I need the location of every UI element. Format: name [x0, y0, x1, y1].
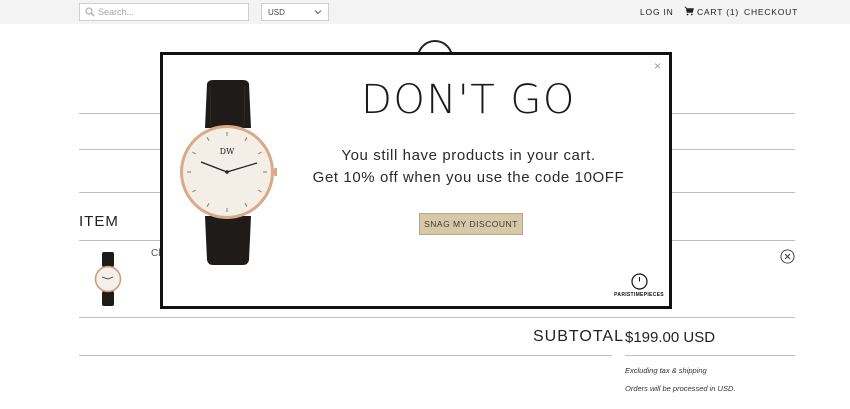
remove-icon[interactable]	[780, 249, 795, 264]
modal-message-line-2: Get 10% off when you use the code 10OFF	[312, 169, 625, 186]
close-icon[interactable]: ×	[654, 59, 661, 73]
search-box[interactable]	[79, 3, 249, 21]
checkout-link[interactable]: CHECKOUT	[744, 7, 798, 17]
brand-logo: PARISTIMEPIECES	[613, 273, 665, 298]
chevron-down-icon	[314, 10, 322, 15]
modal-message-line-1: You still have products in your cart.	[341, 147, 596, 164]
search-icon	[85, 7, 95, 17]
divider	[79, 317, 795, 318]
snag-discount-button[interactable]: SNAG MY DISCOUNT	[419, 213, 523, 235]
item-column-heading: ITEM	[79, 213, 119, 230]
login-link[interactable]: LOG IN	[640, 7, 674, 17]
currency-select[interactable]: USD	[261, 3, 329, 21]
tax-note: Excluding tax & shipping	[625, 366, 707, 375]
cart-icon	[684, 6, 694, 16]
modal-title: DON'T GO	[361, 77, 576, 123]
brand-name: PARISTIMEPIECES	[614, 292, 664, 298]
cart-link[interactable]: CART (1)	[697, 7, 739, 17]
subtotal-label: SUBTOTAL	[533, 328, 624, 345]
clock-logo-icon	[630, 273, 648, 290]
exit-intent-modal: × DW DON'T GO You still have products in…	[160, 52, 672, 309]
divider	[79, 355, 612, 356]
divider	[625, 355, 795, 356]
currency-value: USD	[268, 8, 285, 17]
currency-note: Orders will be processed in USD.	[625, 384, 736, 393]
subtotal-value: $199.00 USD	[625, 329, 716, 346]
top-bar: USD LOG IN CART (1) CHECKOUT	[0, 0, 850, 24]
product-thumbnail[interactable]	[91, 252, 125, 306]
search-input[interactable]	[98, 5, 246, 19]
